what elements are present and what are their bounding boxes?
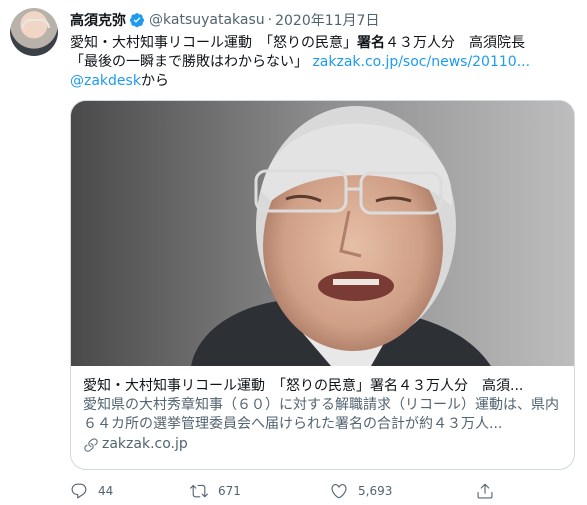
share-button[interactable]	[476, 482, 494, 500]
card-domain-text: zakzak.co.jp	[102, 436, 188, 452]
card-text: 愛知・大村知事リコール運動 「怒りの民意」署名４３万人分 高須... 愛知県の大…	[83, 377, 565, 454]
retweet-count: 671	[218, 484, 241, 498]
card-domain: zakzak.co.jp	[83, 435, 565, 454]
retweet-button[interactable]: 671	[190, 482, 241, 500]
reply-count: 44	[98, 484, 114, 498]
tweet-text-part: から	[140, 73, 169, 89]
share-icon	[477, 483, 493, 499]
tweet-text-part: ４３万人分 高須院長	[385, 35, 525, 51]
tweet-text-part: 愛知・大村知事リコール運動 「怒りの民意」	[70, 35, 357, 51]
tweet-text-part: 「最後の一瞬まで勝敗はわからない」	[70, 54, 313, 70]
tweet[interactable]: 高須克弥 @katsuyatakasu · 2020年11月7日 愛知・大村知事…	[0, 0, 587, 505]
card-description: 愛知県の大村秀章知事（６０）に対する解職請求（リコール）運動は、県内６４カ所の選…	[83, 397, 559, 432]
tweet-text: 愛知・大村知事リコール運動 「怒りの民意」署名４３万人分 高須院長 「最後の一瞬…	[70, 34, 575, 91]
retweet-icon	[190, 484, 208, 498]
link-card[interactable]: 愛知・大村知事リコール運動 「怒りの民意」署名４３万人分 高須... 愛知県の大…	[70, 100, 575, 470]
heart-icon	[331, 484, 347, 499]
portrait-photo	[71, 101, 574, 366]
reply-button[interactable]: 44	[70, 482, 113, 500]
link-icon	[84, 437, 98, 452]
avatar[interactable]	[10, 8, 58, 56]
author-handle[interactable]: @katsuyatakasu	[149, 12, 265, 28]
mention-link[interactable]: @zakdesk	[70, 73, 141, 89]
tweet-text-bold: 署名	[357, 35, 385, 51]
like-button[interactable]: 5,693	[330, 482, 392, 500]
card-title[interactable]: 愛知・大村知事リコール運動 「怒りの民意」署名４３万人分 高須...	[83, 377, 565, 396]
verified-badge-icon	[130, 13, 144, 28]
like-count: 5,693	[358, 484, 393, 498]
tweet-link[interactable]: zakzak.co.jp/soc/news/20110...	[312, 54, 530, 70]
reply-icon	[71, 483, 87, 499]
tweet-date[interactable]: 2020年11月7日	[275, 10, 379, 30]
author-name[interactable]: 高須克弥	[70, 10, 126, 30]
tweet-actions: 44 671 5,693	[70, 482, 570, 502]
card-image[interactable]	[71, 101, 574, 366]
tweet-header: 高須克弥 @katsuyatakasu · 2020年11月7日	[70, 10, 379, 30]
separator-dot: ·	[267, 12, 273, 28]
